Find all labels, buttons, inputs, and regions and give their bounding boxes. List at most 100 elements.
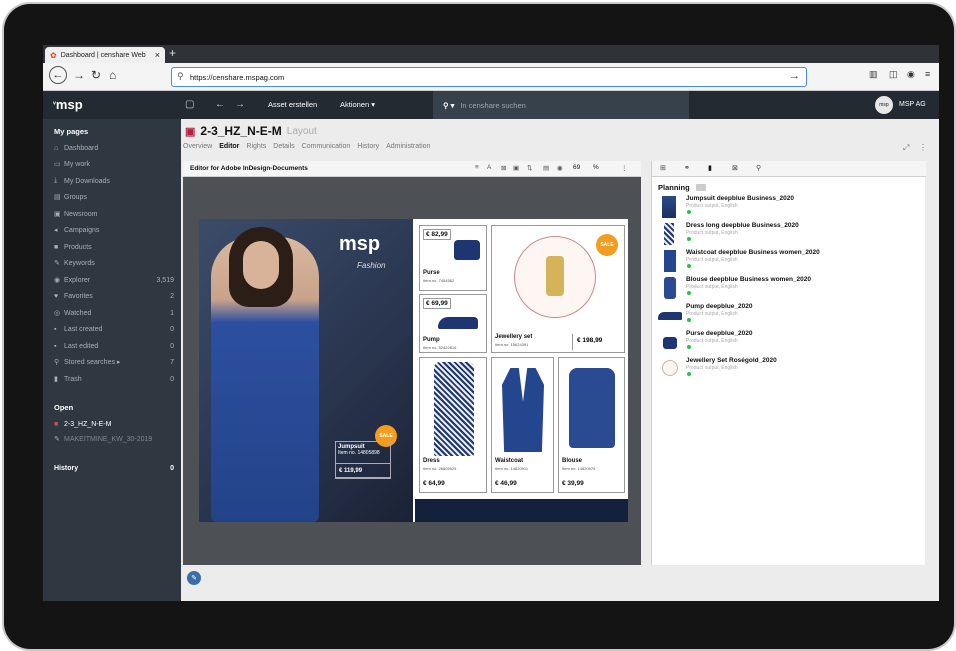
- text-align-icon[interactable]: ≡: [475, 164, 479, 171]
- sidebar-heading-open: Open: [54, 403, 74, 412]
- more-icon[interactable]: ⋮: [919, 143, 927, 152]
- page-title: ▣ 2-3_HZ_N-E-M Layout: [185, 124, 317, 138]
- tab-overview[interactable]: Overview: [183, 143, 212, 150]
- library-icon[interactable]: ▥: [869, 69, 878, 80]
- sidebar-item-explorer[interactable]: ◉ Explorer 3,519: [54, 273, 174, 287]
- open-item-makeitmine[interactable]: ✎ MAKEITMINE_KW_30-2019: [54, 432, 174, 446]
- trash-icon: ▮: [54, 376, 58, 383]
- new-tab-icon[interactable]: +: [169, 46, 176, 60]
- sidebar-item-keywords[interactable]: ✎ Keywords: [54, 256, 174, 270]
- app-header: ᵥmsp ▢ ← → Asset erstellen Aktionen ▾ ⚲ …: [43, 91, 939, 119]
- actions-menu-button[interactable]: Aktionen ▾: [340, 100, 375, 109]
- structure-tab-icon[interactable]: ⊞: [660, 164, 666, 172]
- planning-item[interactable]: Waistcoat deepblue Business women_2020 P…: [658, 249, 920, 275]
- user-name[interactable]: MSP AG: [899, 101, 926, 108]
- back-arrow-icon[interactable]: ←: [215, 99, 225, 110]
- sidebar-item-favorites[interactable]: ♥ Favorites 2: [54, 289, 174, 303]
- eye-icon: ◎: [54, 310, 61, 317]
- sidebar-item-campaigns[interactable]: ◂ Campaigns: [54, 223, 174, 237]
- layers-icon[interactable]: ⇅: [527, 164, 532, 172]
- image-icon[interactable]: ▣: [513, 164, 519, 172]
- forward-icon[interactable]: →: [73, 68, 85, 82]
- planning-item[interactable]: Purse deepblue_2020 Product output, Engl…: [658, 330, 920, 356]
- menu-icon[interactable]: ≡: [925, 69, 930, 79]
- product-jewellery-set[interactable]: SALE Jewellery set Item no. 15624391 € 1…: [491, 225, 625, 353]
- sidebar-item-last-edited[interactable]: ▪ Last edited 0: [54, 339, 174, 353]
- forward-arrow-icon[interactable]: →: [235, 99, 245, 110]
- reload-icon[interactable]: ↻: [91, 68, 101, 82]
- jewellery-thumb: [662, 360, 678, 376]
- jumpsuit-thumb: [662, 196, 676, 218]
- layout-icon: ▣: [185, 125, 196, 138]
- preview-icon[interactable]: ◉: [557, 164, 563, 172]
- sidebar-heading-history[interactable]: History 0: [54, 461, 174, 475]
- planning-item[interactable]: Pump deepblue_2020 Product output, Engli…: [658, 303, 920, 329]
- campaign-icon: ◂: [54, 227, 58, 234]
- sidebar-toggle-icon[interactable]: ◫: [889, 69, 898, 80]
- product-waistcoat[interactable]: Waistcoat Item no. 14820911 € 46,99: [491, 357, 554, 493]
- pump-image: [438, 317, 478, 329]
- product-blouse[interactable]: Blouse Item no. 14820576 € 39,99: [558, 357, 625, 493]
- planning-item[interactable]: Jewellery Set Roségold_2020 Product outp…: [658, 357, 920, 383]
- waistcoat-image: [502, 368, 544, 452]
- close-tab-icon[interactable]: ×: [155, 50, 160, 60]
- sidebar-item-my-downloads[interactable]: ⤓ My Downloads: [54, 174, 174, 188]
- layout-page[interactable]: msp Fashion SALE Jumpsuit Item no. 14805…: [199, 219, 628, 522]
- sidebar-item-watched[interactable]: ◎ Watched 1: [54, 306, 174, 320]
- planning-item[interactable]: Blouse deepblue Business women_2020 Prod…: [658, 276, 920, 302]
- purse-item-no: Item no. 7454582: [423, 278, 455, 283]
- groups-icon: ▤: [54, 194, 61, 201]
- msp-logo[interactable]: ᵥmsp: [53, 97, 83, 112]
- account-icon[interactable]: ◉: [907, 69, 915, 80]
- planning-item[interactable]: Jumpsuit deepblue Business_2020 Product …: [658, 195, 920, 221]
- frame-icon[interactable]: ⊠: [501, 164, 506, 172]
- image-tab-icon[interactable]: ⊠: [732, 164, 738, 172]
- purse-thumb: [663, 337, 677, 349]
- product-dress[interactable]: Dress Item no. 26805925 € 64,99: [419, 357, 487, 493]
- open-item-layout[interactable]: ■ 2-3_HZ_N-E-M: [54, 417, 174, 431]
- home-icon[interactable]: ⌂: [109, 68, 116, 82]
- url-bar[interactable]: ⚲ https://censhare.mspag.com →: [171, 67, 807, 87]
- go-arrow-icon[interactable]: →: [789, 70, 800, 82]
- tab-rights[interactable]: Rights: [246, 143, 266, 150]
- sidebar-item-my-work[interactable]: ▭ My work: [54, 157, 174, 171]
- zoom-unit[interactable]: %: [593, 164, 599, 171]
- sidebar-item-dashboard[interactable]: ⌂ Dashboard: [54, 141, 174, 155]
- product-purse[interactable]: € 82,99 Purse Item no. 7454582: [419, 225, 487, 291]
- tab-administration[interactable]: Administration: [386, 143, 430, 150]
- jumpsuit-price: € 119,99: [335, 463, 391, 478]
- avatar[interactable]: msp: [875, 96, 893, 114]
- product-pump[interactable]: € 69,99 Pump Item no. 52422816: [419, 294, 487, 353]
- assets-tab-icon[interactable]: ▮: [708, 164, 712, 172]
- link-tab-icon[interactable]: ⚭: [684, 164, 690, 172]
- browser-tab[interactable]: ✿ Dashboard | censhare Web ×: [45, 47, 165, 63]
- pump-price: € 69,99: [423, 298, 451, 309]
- zoom-value[interactable]: 69: [573, 164, 580, 171]
- global-search-input[interactable]: ⚲ ▾ In censhare suchen: [433, 91, 689, 119]
- panel-toggle-icon[interactable]: ▢: [185, 99, 194, 110]
- sidebar-item-stored-searches[interactable]: ⚲ Stored searches ▸ 7: [54, 355, 174, 369]
- tab-editor[interactable]: Editor: [219, 143, 239, 150]
- expand-icon[interactable]: ⤢: [903, 143, 909, 153]
- search-icon: ⚲: [177, 71, 184, 81]
- text-icon[interactable]: A: [487, 164, 491, 171]
- editor-title: Editor for Adobe InDesign-Documents: [190, 165, 308, 172]
- sidebar-item-groups[interactable]: ▤ Groups: [54, 190, 174, 204]
- editor-more-icon[interactable]: ⋮: [621, 164, 628, 172]
- status-dot: [687, 264, 691, 268]
- layout-footer-band: [415, 499, 628, 522]
- sidebar-item-trash[interactable]: ▮ Trash 0: [54, 372, 174, 386]
- sidebar-item-products[interactable]: ■ Products: [54, 240, 174, 254]
- tab-details[interactable]: Details: [273, 143, 294, 150]
- planning-item[interactable]: Dress long deepblue Business_2020 Produc…: [658, 222, 920, 248]
- sidebar-item-newsroom[interactable]: ▣ Newsroom: [54, 207, 174, 221]
- sidebar-item-last-created[interactable]: ▪ Last created 0: [54, 322, 174, 336]
- tab-history[interactable]: History: [357, 143, 379, 150]
- waistcoat-thumb: [664, 250, 676, 272]
- tab-communication[interactable]: Communication: [302, 143, 351, 150]
- page-icon[interactable]: ▤: [543, 164, 549, 172]
- edit-pin-button[interactable]: ✎: [187, 571, 201, 585]
- asset-create-button[interactable]: Asset erstellen: [268, 100, 317, 109]
- search-tab-icon[interactable]: ⚲: [756, 164, 761, 172]
- back-icon[interactable]: ←: [49, 66, 67, 84]
